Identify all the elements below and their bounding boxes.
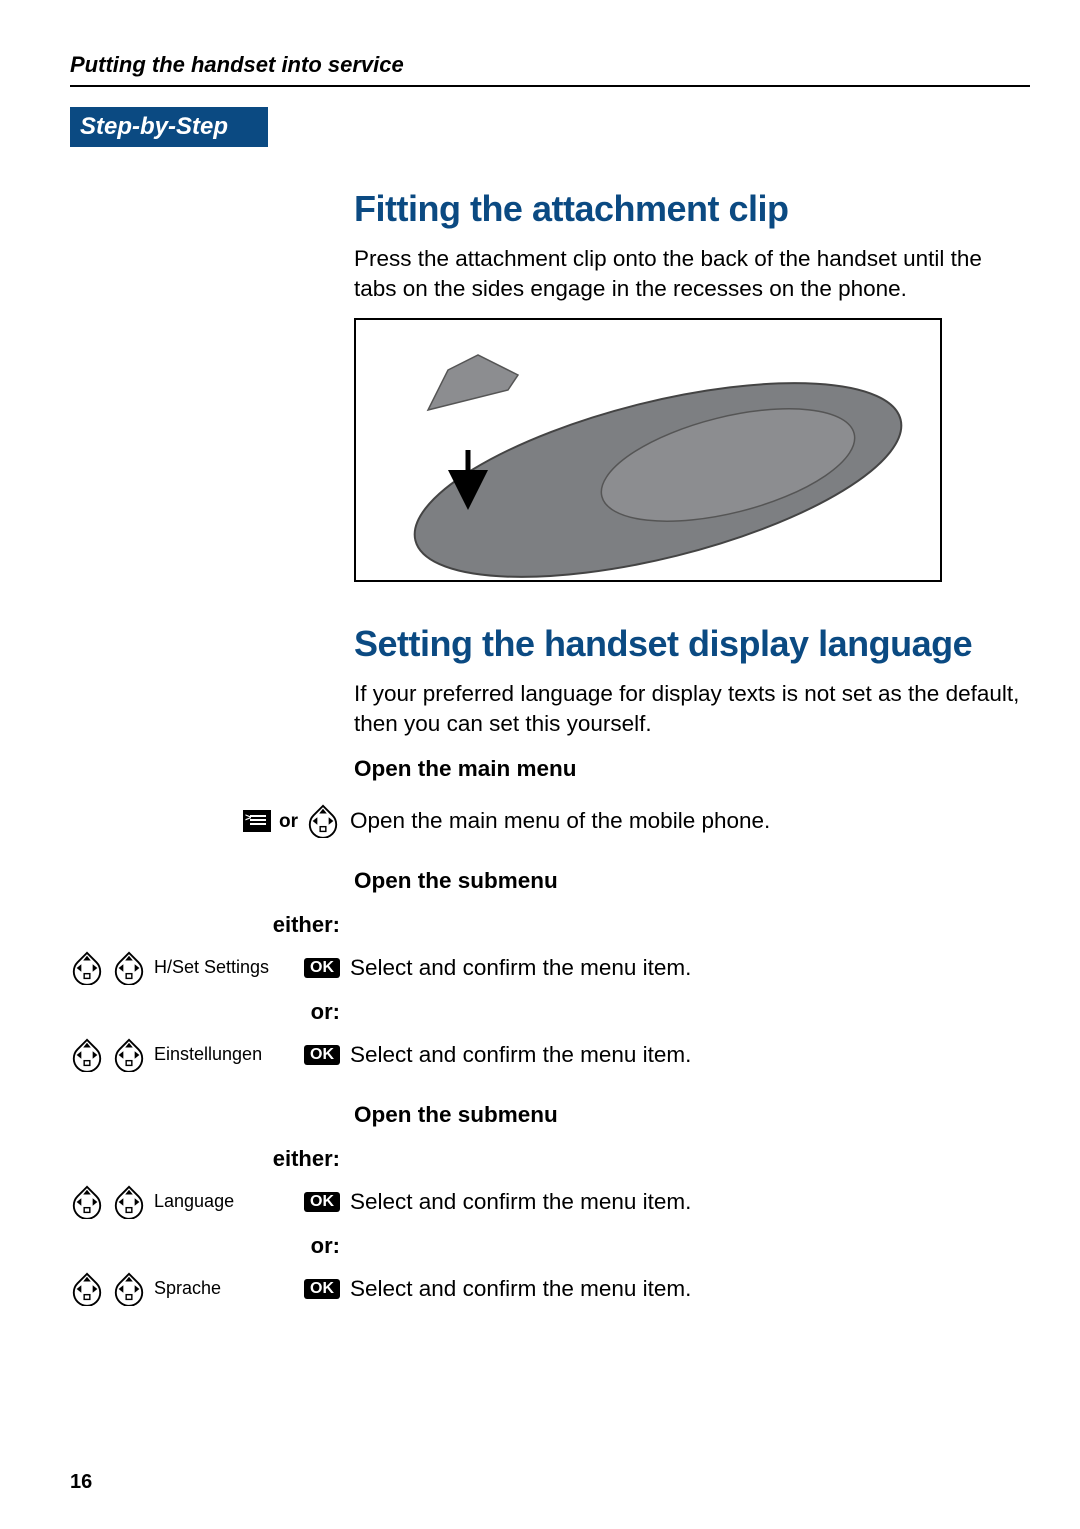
row-text-sprache: Select and confirm the menu item. [350, 1274, 1030, 1304]
ok-badge: OK [304, 1045, 340, 1065]
handset-svg [358, 320, 938, 580]
handset-illustration [354, 318, 942, 582]
menu-item-sprache: Sprache [154, 1277, 296, 1301]
nav-key-icon [70, 1038, 104, 1072]
nav-key-icon [112, 1038, 146, 1072]
or-word: or [279, 809, 298, 834]
either-label-1: either: [70, 910, 350, 939]
open-submenu-heading-2: Open the submenu [354, 1100, 1030, 1130]
step-by-step-tab: Step-by-Step [70, 107, 268, 147]
menu-icon [243, 810, 271, 832]
header-rule [70, 85, 1030, 87]
open-main-menu-heading: Open the main menu [354, 754, 1030, 784]
or-label-1: or: [70, 997, 350, 1026]
ok-badge: OK [304, 958, 340, 978]
row-text-einstellungen: Select and confirm the menu item. [350, 1040, 1030, 1070]
menu-item-hset: H/Set Settings [154, 956, 296, 980]
open-submenu-heading-1: Open the submenu [354, 866, 1030, 896]
either-label-2: either: [70, 1144, 350, 1173]
row-text-language: Select and confirm the menu item. [350, 1187, 1030, 1217]
section-title-clip: Fitting the attachment clip [354, 185, 1030, 233]
open-main-menu-text: Open the main menu of the mobile phone. [350, 806, 1030, 836]
nav-key-icon [112, 1272, 146, 1306]
menu-item-einstellungen: Einstellungen [154, 1043, 296, 1067]
running-head: Putting the handset into service [70, 50, 1030, 79]
menu-item-language: Language [154, 1190, 296, 1214]
ok-badge: OK [304, 1279, 340, 1299]
nav-key-icon [70, 1272, 104, 1306]
page-number: 16 [70, 1469, 92, 1495]
nav-key-icon [112, 951, 146, 985]
section1-para: Press the attachment clip onto the back … [354, 244, 1030, 303]
section-title-language: Setting the handset display language [354, 620, 1030, 668]
nav-key-icon [112, 1185, 146, 1219]
or-label-2: or: [70, 1231, 350, 1260]
row-text-hset: Select and confirm the menu item. [350, 953, 1030, 983]
nav-key-icon [70, 1185, 104, 1219]
nav-key-icon [306, 804, 340, 838]
nav-key-icon [70, 951, 104, 985]
section2-para: If your preferred language for display t… [354, 679, 1030, 738]
ok-badge: OK [304, 1192, 340, 1212]
